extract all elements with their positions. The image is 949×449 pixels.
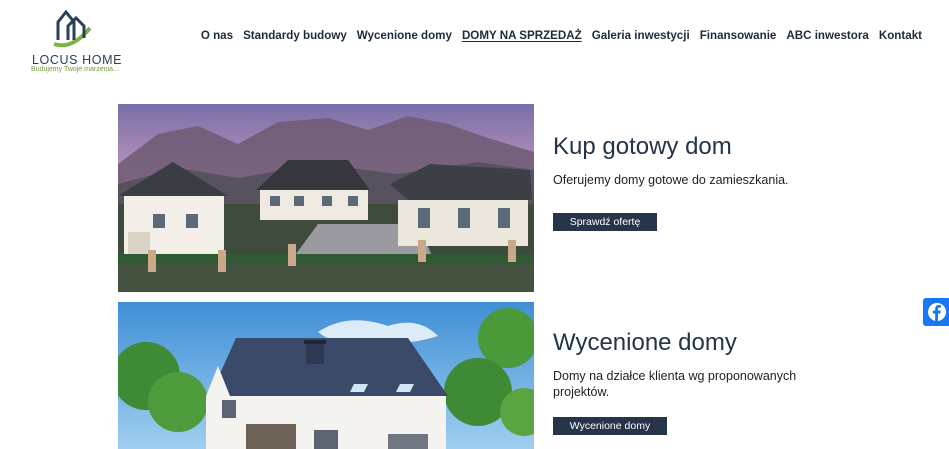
section-title: Wycenione domy	[553, 329, 737, 356]
section-ready-houses: Kup gotowy dom Oferujemy domy gotowe do …	[118, 104, 858, 292]
facebook-button[interactable]	[923, 298, 949, 326]
brand-name: LOCUS HOME	[32, 53, 123, 67]
site-header: LOCUS HOME Budujemy Twoje marzenia... O …	[0, 0, 949, 78]
nav-item-galeria-inwestycji[interactable]: Galeria inwestycji	[587, 29, 695, 42]
priced-houses-text: Wycenione domy Domy na działce klienta w…	[553, 329, 813, 435]
nav-item-finansowanie[interactable]: Finansowanie	[695, 29, 782, 42]
ready-houses-image	[118, 104, 534, 292]
priced-houses-button[interactable]: Wycenione domy	[553, 416, 667, 435]
nav-item-o-nas[interactable]: O nas	[196, 29, 238, 42]
section-description: Oferujemy domy gotowe do zamieszkania.	[553, 173, 789, 188]
nav-item-standardy-budowy[interactable]: Standardy budowy	[238, 29, 352, 42]
nav-item-kontakt[interactable]: Kontakt	[874, 29, 927, 42]
section-title: Kup gotowy dom	[553, 133, 732, 160]
brand-tagline: Budujemy Twoje marzenia...	[31, 66, 119, 73]
facebook-icon	[928, 303, 946, 321]
main-nav: O nas Standardy budowy Wycenione domy DO…	[196, 29, 927, 42]
nav-item-wycenione-domy[interactable]: Wycenione domy	[352, 29, 457, 42]
priced-houses-image	[118, 302, 534, 449]
section-priced-houses: Wycenione domy Domy na działce klienta w…	[118, 302, 858, 449]
nav-item-abc-inwestora[interactable]: ABC inwestora	[781, 29, 873, 42]
section-description: Domy na działce klienta wg proponowanych…	[553, 369, 797, 400]
nav-item-domy-na-sprzedaz[interactable]: DOMY NA SPRZEDAŻ	[457, 29, 587, 42]
ready-houses-text: Kup gotowy dom Oferujemy domy gotowe do …	[553, 133, 813, 232]
house-logo-icon	[53, 9, 92, 48]
check-offer-button[interactable]: Sprawdź ofertę	[553, 213, 657, 232]
logo[interactable]: LOCUS HOME Budujemy Twoje marzenia...	[28, 8, 124, 73]
